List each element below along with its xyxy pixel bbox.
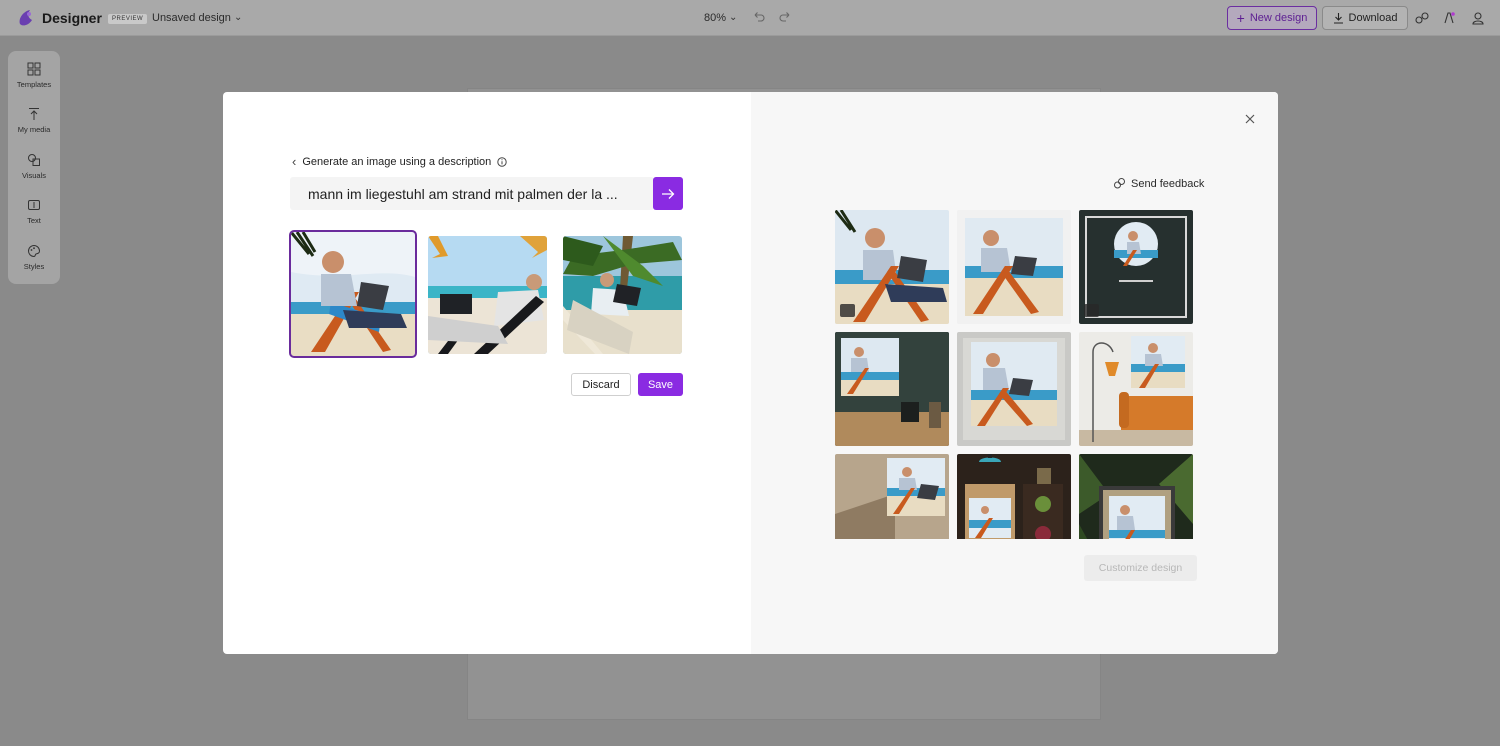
side-toolbar: Templates My media Visuals Text Styles [8,51,60,284]
video-icon [840,304,855,317]
generate-header: ‹ Generate an image using a description [292,154,507,169]
send-feedback-link[interactable]: Send feedback [1113,177,1204,190]
design-tile-9[interactable] [1079,454,1193,539]
generated-image-1[interactable] [289,230,417,358]
chevron-down-icon[interactable]: ⌄ [729,12,737,23]
sidebar-item-label: My media [17,125,51,134]
chevron-left-icon[interactable]: ‹ [292,154,296,169]
redo-icon[interactable] [778,10,792,24]
arrow-right-icon [662,188,675,199]
sidebar-item-label: Text [27,216,41,225]
design-tile-6[interactable] [1079,332,1193,446]
sidebar-item-visuals[interactable]: Visuals [8,153,60,180]
sidebar-item-templates[interactable]: Templates [8,62,60,89]
download-label: Download [1348,12,1398,24]
design-tile-2[interactable] [957,210,1071,324]
undo-icon[interactable] [752,10,766,24]
generated-image-2[interactable] [428,236,547,354]
video-icon [1084,304,1099,317]
sidebar-item-styles[interactable]: Styles [8,244,60,271]
text-icon [28,200,40,210]
shapes-icon [28,154,40,166]
design-tile-1[interactable] [835,210,949,324]
beach-photo-1 [291,232,415,356]
download-icon [1333,13,1343,24]
feedback-icon [1114,178,1125,189]
designer-logo-icon [19,10,32,26]
save-button[interactable]: Save [638,373,683,396]
chevron-down-icon[interactable]: ⌄ [234,12,242,23]
info-icon[interactable] [497,156,507,167]
design-tile-5[interactable] [957,332,1071,446]
sidebar-item-label: Templates [16,80,52,89]
generate-image-dialog: ‹ Generate an image using a description … [223,92,1278,654]
prompt-text[interactable]: mann im liegestuhl am strand mit palmen … [308,186,618,202]
zoom-level[interactable]: 80% [704,12,726,24]
brand-name: Designer [42,10,102,26]
design-tile-3[interactable] [1079,210,1193,324]
customize-design-button[interactable]: Customize design [1084,555,1197,581]
close-icon[interactable] [1243,112,1257,126]
download-button[interactable]: Download [1322,6,1408,30]
generate-button[interactable] [653,177,683,210]
discard-button[interactable]: Discard [571,373,631,396]
palette-icon [28,244,41,258]
sidebar-item-label: Visuals [21,171,47,180]
copilot-icon[interactable] [1441,10,1457,26]
new-design-label: New design [1249,12,1308,24]
prompt-input[interactable]: mann im liegestuhl am strand mit palmen … [290,177,654,210]
templates-icon [27,62,41,76]
top-bar: Designer PREVIEW Unsaved design ⌄ 80% ⌄ … [0,0,1500,36]
sidebar-item-text[interactable]: Text [8,198,60,225]
share-link-icon[interactable] [1414,10,1430,26]
beach-photo-2 [428,236,547,354]
preview-badge: PREVIEW [108,14,148,24]
send-feedback-label: Send feedback [1131,177,1205,190]
sidebar-item-label: Styles [23,262,45,271]
design-tile-8[interactable] [957,454,1071,539]
generate-title: Generate an image using a description [302,155,492,168]
upload-icon [29,108,39,120]
sidebar-item-my-media[interactable]: My media [8,107,60,134]
new-design-button[interactable]: + New design [1227,6,1317,30]
plus-icon: + [1236,10,1245,26]
account-icon[interactable] [1470,10,1486,26]
document-name[interactable]: Unsaved design [152,12,231,24]
design-tile-4[interactable] [835,332,949,446]
generated-image-3[interactable] [563,236,682,354]
design-suggestions-grid [835,210,1193,539]
design-tile-7[interactable] [835,454,949,539]
beach-photo-3 [563,236,682,354]
